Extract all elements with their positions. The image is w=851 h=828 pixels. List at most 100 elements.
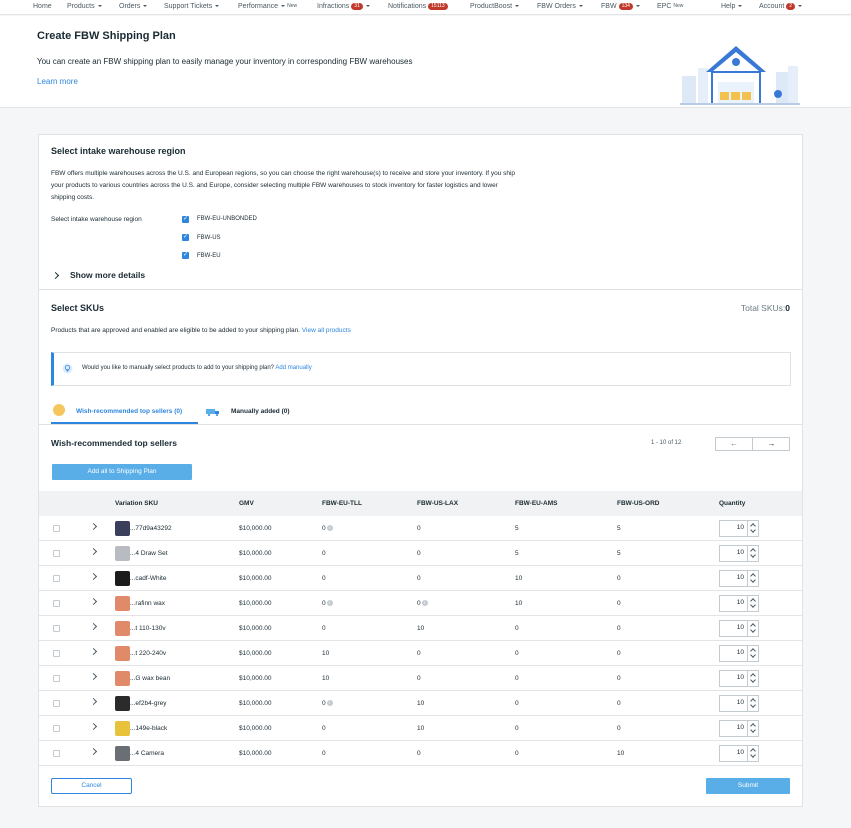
nav-item[interactable]: Help — [721, 3, 743, 10]
nav-item[interactable]: Products — [67, 3, 102, 10]
stepper-buttons[interactable] — [747, 696, 758, 711]
region-checkbox-eu[interactable]: ✓ — [182, 252, 189, 259]
show-more-details[interactable]: Show more details — [70, 270, 145, 280]
row-checkbox[interactable] — [53, 675, 60, 682]
chevron-right-icon[interactable] — [89, 747, 98, 756]
chevron-right-icon[interactable] — [89, 647, 98, 656]
cell-sku: ...t 110-130v — [130, 625, 166, 632]
nav-item[interactable]: Orders — [119, 3, 148, 10]
nav-item[interactable]: FBW Orders — [537, 3, 583, 10]
arrow-right-icon[interactable]: → — [753, 438, 790, 450]
chevron-down-icon[interactable] — [750, 527, 756, 533]
row-checkbox[interactable] — [53, 650, 60, 657]
quantity-stepper[interactable]: 10 — [719, 595, 759, 612]
pagination-text: 1 - 10 of 12 — [651, 440, 682, 446]
row-checkbox[interactable] — [53, 600, 60, 607]
nav-item[interactable]: Performance New — [238, 3, 297, 10]
info-icon[interactable]: i — [326, 525, 333, 532]
row-checkbox[interactable] — [53, 550, 60, 557]
nav-item[interactable]: Notifications 15113 — [388, 3, 448, 10]
quantity-value[interactable]: 10 — [737, 524, 744, 531]
chevron-right-icon[interactable] — [89, 672, 98, 681]
cancel-button[interactable]: Cancel — [51, 778, 132, 794]
chevron-down-icon[interactable] — [750, 752, 756, 758]
nav-item[interactable]: Support Tickets — [164, 3, 220, 10]
info-icon[interactable]: i — [326, 700, 333, 707]
quantity-stepper[interactable]: 10 — [719, 520, 759, 537]
cell-gmv: $10,000.00 — [239, 550, 272, 557]
nav-item[interactable]: ProductBoost — [470, 3, 520, 10]
submit-button[interactable]: Submit — [706, 778, 790, 794]
nav-item[interactable]: EPC New — [657, 3, 683, 10]
chevron-down-icon[interactable] — [750, 652, 756, 658]
learn-more-link[interactable]: Learn more — [37, 77, 78, 86]
stepper-buttons[interactable] — [747, 596, 758, 611]
quantity-stepper[interactable]: 10 — [719, 745, 759, 762]
chevron-right-icon[interactable] — [89, 547, 98, 556]
quantity-stepper[interactable]: 10 — [719, 720, 759, 737]
chevron-right-icon[interactable] — [89, 622, 98, 631]
quantity-value[interactable]: 10 — [737, 674, 744, 681]
add-all-button[interactable]: Add all to Shipping Plan — [52, 464, 192, 480]
row-checkbox[interactable] — [53, 725, 60, 732]
region-checkbox-eu-unbonded[interactable]: ✓ — [182, 216, 189, 223]
nav-item[interactable]: Infractions 31 — [317, 3, 370, 10]
info-icon[interactable]: i — [421, 600, 428, 607]
row-checkbox[interactable] — [53, 575, 60, 582]
stepper-buttons[interactable] — [747, 571, 758, 586]
chevron-down-icon[interactable] — [750, 577, 756, 583]
quantity-value[interactable]: 10 — [737, 624, 744, 631]
chevron-right-icon[interactable] — [89, 572, 98, 581]
chevron-right-icon[interactable] — [89, 522, 98, 531]
add-manually-link[interactable]: Add manually — [275, 365, 311, 371]
product-thumbnail — [115, 596, 130, 611]
quantity-stepper[interactable]: 10 — [719, 645, 759, 662]
stepper-buttons[interactable] — [747, 546, 758, 561]
quantity-value[interactable]: 10 — [737, 549, 744, 556]
skus-desc-text: Products that are approved and enabled a… — [51, 327, 300, 334]
row-checkbox[interactable] — [53, 625, 60, 632]
stepper-buttons[interactable] — [747, 646, 758, 661]
view-all-products-link[interactable]: View all products — [302, 327, 351, 334]
stepper-buttons[interactable] — [747, 721, 758, 736]
header-fbw-us-lax: FBW-US-LAX — [417, 500, 459, 507]
stepper-buttons[interactable] — [747, 621, 758, 636]
cell-ord: 0 — [617, 725, 621, 732]
quantity-stepper[interactable]: 10 — [719, 670, 759, 687]
row-checkbox[interactable] — [53, 525, 60, 532]
chevron-down-icon[interactable] — [750, 552, 756, 558]
info-icon[interactable]: i — [326, 600, 333, 607]
quantity-stepper[interactable]: 10 — [719, 570, 759, 587]
chevron-down-icon[interactable] — [750, 627, 756, 633]
quantity-value[interactable]: 10 — [737, 699, 744, 706]
arrow-left-icon[interactable]: ← — [716, 438, 753, 450]
tab-manual[interactable]: Manually added (0) — [231, 408, 290, 415]
quantity-value[interactable]: 10 — [737, 749, 744, 756]
row-checkbox[interactable] — [53, 750, 60, 757]
chevron-right-icon[interactable] — [51, 271, 60, 280]
table-row: ...cadf-White $10,000.00 0 0 10 0 10 — [39, 566, 802, 591]
quantity-stepper[interactable]: 10 — [719, 620, 759, 637]
quantity-value[interactable]: 10 — [737, 649, 744, 656]
chevron-down-icon[interactable] — [750, 702, 756, 708]
tab-recommended[interactable]: Wish-recommended top sellers (0) — [76, 408, 182, 415]
quantity-value[interactable]: 10 — [737, 724, 744, 731]
quantity-value[interactable]: 10 — [737, 574, 744, 581]
chevron-right-icon[interactable] — [89, 697, 98, 706]
stepper-buttons[interactable] — [747, 521, 758, 536]
quantity-value[interactable]: 10 — [737, 599, 744, 606]
quantity-stepper[interactable]: 10 — [719, 545, 759, 562]
row-checkbox[interactable] — [53, 700, 60, 707]
stepper-buttons[interactable] — [747, 746, 758, 761]
chevron-right-icon[interactable] — [89, 597, 98, 606]
nav-item[interactable]: Account 2 — [759, 3, 803, 10]
region-checkbox-us[interactable]: ✓ — [182, 234, 189, 241]
chevron-down-icon[interactable] — [750, 602, 756, 608]
nav-item[interactable]: FBW 134 — [601, 3, 640, 10]
quantity-stepper[interactable]: 10 — [719, 695, 759, 712]
chevron-right-icon[interactable] — [89, 722, 98, 731]
stepper-buttons[interactable] — [747, 671, 758, 686]
chevron-down-icon[interactable] — [750, 677, 756, 683]
nav-item[interactable]: Home — [33, 3, 52, 10]
chevron-down-icon[interactable] — [750, 727, 756, 733]
